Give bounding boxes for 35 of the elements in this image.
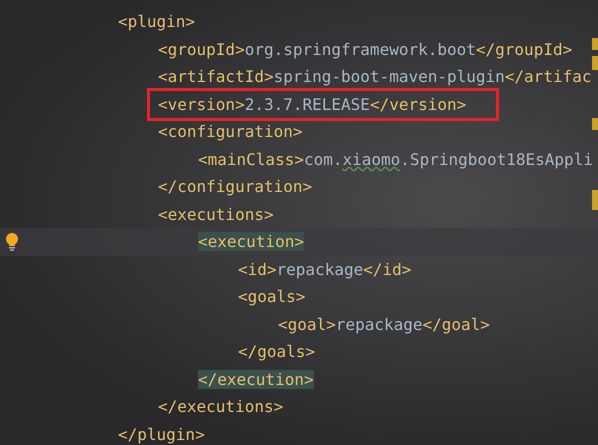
error-stripe-mark[interactable] — [592, 56, 598, 70]
xml-tag: <id> — [238, 260, 277, 279]
xml-tag: <configuration> — [158, 122, 302, 142]
code-editor[interactable] — [0, 0, 598, 445]
xml-tag: </goal> — [422, 314, 490, 334]
tag-value: org.springframework.boot — [244, 40, 476, 59]
matched-tag: </execution> — [198, 370, 314, 389]
xml-tag: <artifactId> — [158, 67, 274, 86]
error-stripe-mark[interactable] — [592, 38, 598, 50]
lightbulb-icon[interactable] — [5, 232, 19, 251]
xml-tag: <executions> — [158, 204, 274, 224]
tag-value: com. — [304, 150, 342, 169]
misspelled-word: xiaomo — [342, 150, 400, 169]
xml-tag: </artifac — [504, 67, 592, 86]
tag-value: .Springboot18EsAppli — [400, 150, 593, 169]
xml-tag: </goals> — [238, 342, 316, 362]
xml-tag: <version> — [158, 94, 245, 114]
xml-tag: <groupId> — [158, 40, 245, 59]
xml-tag: <goals> — [238, 287, 306, 306]
tag-value: 2.3.7.RELEASE — [244, 94, 370, 114]
matched-tag: <execution> — [198, 232, 304, 252]
tag-value: spring-boot-maven-plugin — [274, 67, 505, 86]
tag-value: repackage — [276, 260, 364, 279]
xml-tag: </version> — [370, 94, 466, 114]
xml-tag: </plugin> — [118, 424, 205, 444]
tag-value: repackage — [336, 314, 422, 334]
xml-tag: </id> — [363, 260, 412, 279]
xml-tag: <goal> — [278, 314, 336, 334]
xml-tag: </executions> — [158, 397, 284, 416]
error-stripe-mark[interactable] — [592, 118, 598, 130]
xml-tag: <mainClass> — [198, 150, 304, 169]
error-stripe-mark[interactable] — [592, 190, 598, 210]
xml-tag: </groupId> — [476, 40, 572, 59]
xml-tag: </configuration> — [158, 177, 312, 196]
xml-tag: <plugin> — [118, 12, 196, 32]
